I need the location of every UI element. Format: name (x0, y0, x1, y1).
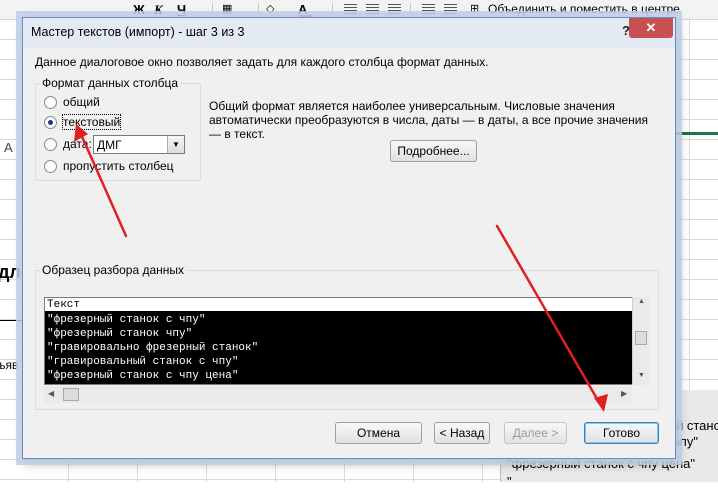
radio-date-button[interactable] (44, 137, 57, 151)
dialog-titlebar[interactable]: Мастер текстов (импорт) - шаг 3 из 3 ? ✕ (23, 18, 675, 48)
preview-column-header[interactable]: Текст (45, 298, 632, 312)
close-button[interactable]: ✕ (629, 18, 673, 38)
column-header-a[interactable]: A (4, 140, 13, 155)
chevron-down-icon[interactable]: ▼ (167, 136, 184, 153)
text-import-wizard-dialog: Мастер текстов (импорт) - шаг 3 из 3 ? ✕… (22, 17, 676, 459)
radio-date[interactable]: дата: (44, 136, 92, 152)
data-preview-group: Образец разбора данных Текст "фрезерный … (35, 263, 659, 410)
column-format-legend: Формат данных столбца (40, 76, 181, 90)
back-button[interactable]: < Назад (434, 422, 490, 444)
radio-skip-column[interactable]: пропустить столбец (44, 158, 174, 174)
preview-row: "фрезерный станок чпу" (47, 328, 193, 340)
radio-date-label[interactable]: дата: (63, 137, 92, 151)
preview-row: "фрезерный станок с чпу" (47, 314, 206, 326)
radio-general-button[interactable] (44, 95, 57, 109)
scroll-up-icon[interactable]: ▲ (633, 298, 650, 305)
radio-skip-label[interactable]: пропустить столбец (63, 159, 174, 173)
preview-vertical-scrollbar[interactable]: ▲ ▼ (632, 297, 649, 385)
preview-row: "гравировально фрезерный станок" (47, 342, 259, 354)
dialog-title: Мастер текстов (импорт) - шаг 3 из 3 (31, 25, 245, 39)
radio-general[interactable]: общий (44, 94, 100, 110)
cell-text: й станс (676, 418, 718, 433)
scroll-down-icon[interactable]: ▼ (633, 372, 650, 379)
next-button[interactable]: Далее > (504, 422, 567, 444)
merge-and-center-button[interactable]: Объединить и поместить в центре (488, 2, 680, 16)
cancel-button[interactable]: Отмена (335, 422, 422, 444)
cell-text-fragment: ъяв (0, 358, 19, 372)
selected-column-indicator (672, 132, 718, 135)
increase-indent-icon[interactable] (444, 4, 457, 15)
bold-button[interactable]: Ж (133, 1, 145, 18)
ribbon-separator (258, 3, 259, 17)
radio-general-label[interactable]: общий (63, 95, 100, 109)
align-left-icon[interactable] (344, 4, 357, 15)
radio-text[interactable]: текстовый (44, 114, 122, 130)
ribbon-separator (410, 3, 411, 17)
cell-text: чпу" (673, 434, 698, 449)
preview-row: "гравировальный станок с чпу" (47, 356, 239, 368)
borders-icon[interactable]: ▦ (222, 1, 232, 18)
data-preview-table[interactable]: Текст "фрезерный станок с чпу" "фрезерны… (44, 297, 649, 385)
scroll-thumb[interactable] (63, 388, 79, 401)
decrease-indent-icon[interactable] (422, 4, 435, 15)
ribbon-separator (332, 3, 333, 17)
align-center-icon[interactable] (366, 4, 379, 15)
date-format-select[interactable]: ДМГ ▼ (93, 135, 185, 154)
merge-icon[interactable]: ⊞ (470, 1, 479, 18)
radio-text-label[interactable]: текстовый (61, 114, 122, 130)
finish-button[interactable]: Готово (584, 422, 659, 444)
dialog-intro-text: Данное диалоговое окно позволяет задать … (35, 55, 489, 69)
date-format-value: ДМГ (97, 138, 122, 152)
align-right-icon[interactable] (388, 4, 401, 15)
scroll-left-icon[interactable]: ◀ (48, 389, 54, 398)
column-format-group: Формат данных столбца общий текстовый да… (35, 76, 201, 181)
italic-button[interactable]: К (154, 1, 163, 18)
scroll-right-icon[interactable]: ▶ (621, 389, 627, 398)
scroll-thumb[interactable] (635, 331, 647, 345)
format-description: Общий формат является наиболее универсал… (209, 99, 649, 141)
ribbon-separator (212, 3, 213, 17)
radio-skip-button[interactable] (44, 159, 57, 173)
underline-button[interactable]: Ч (177, 1, 186, 18)
radio-text-button[interactable] (44, 115, 57, 129)
advanced-button[interactable]: Подробнее... (390, 140, 477, 162)
data-preview-legend: Образец разбора данных (40, 263, 187, 277)
preview-horizontal-scrollbar[interactable]: ◀ ▶ (44, 386, 632, 403)
preview-row: "фрезерный станок с чпу цена" (47, 370, 239, 382)
